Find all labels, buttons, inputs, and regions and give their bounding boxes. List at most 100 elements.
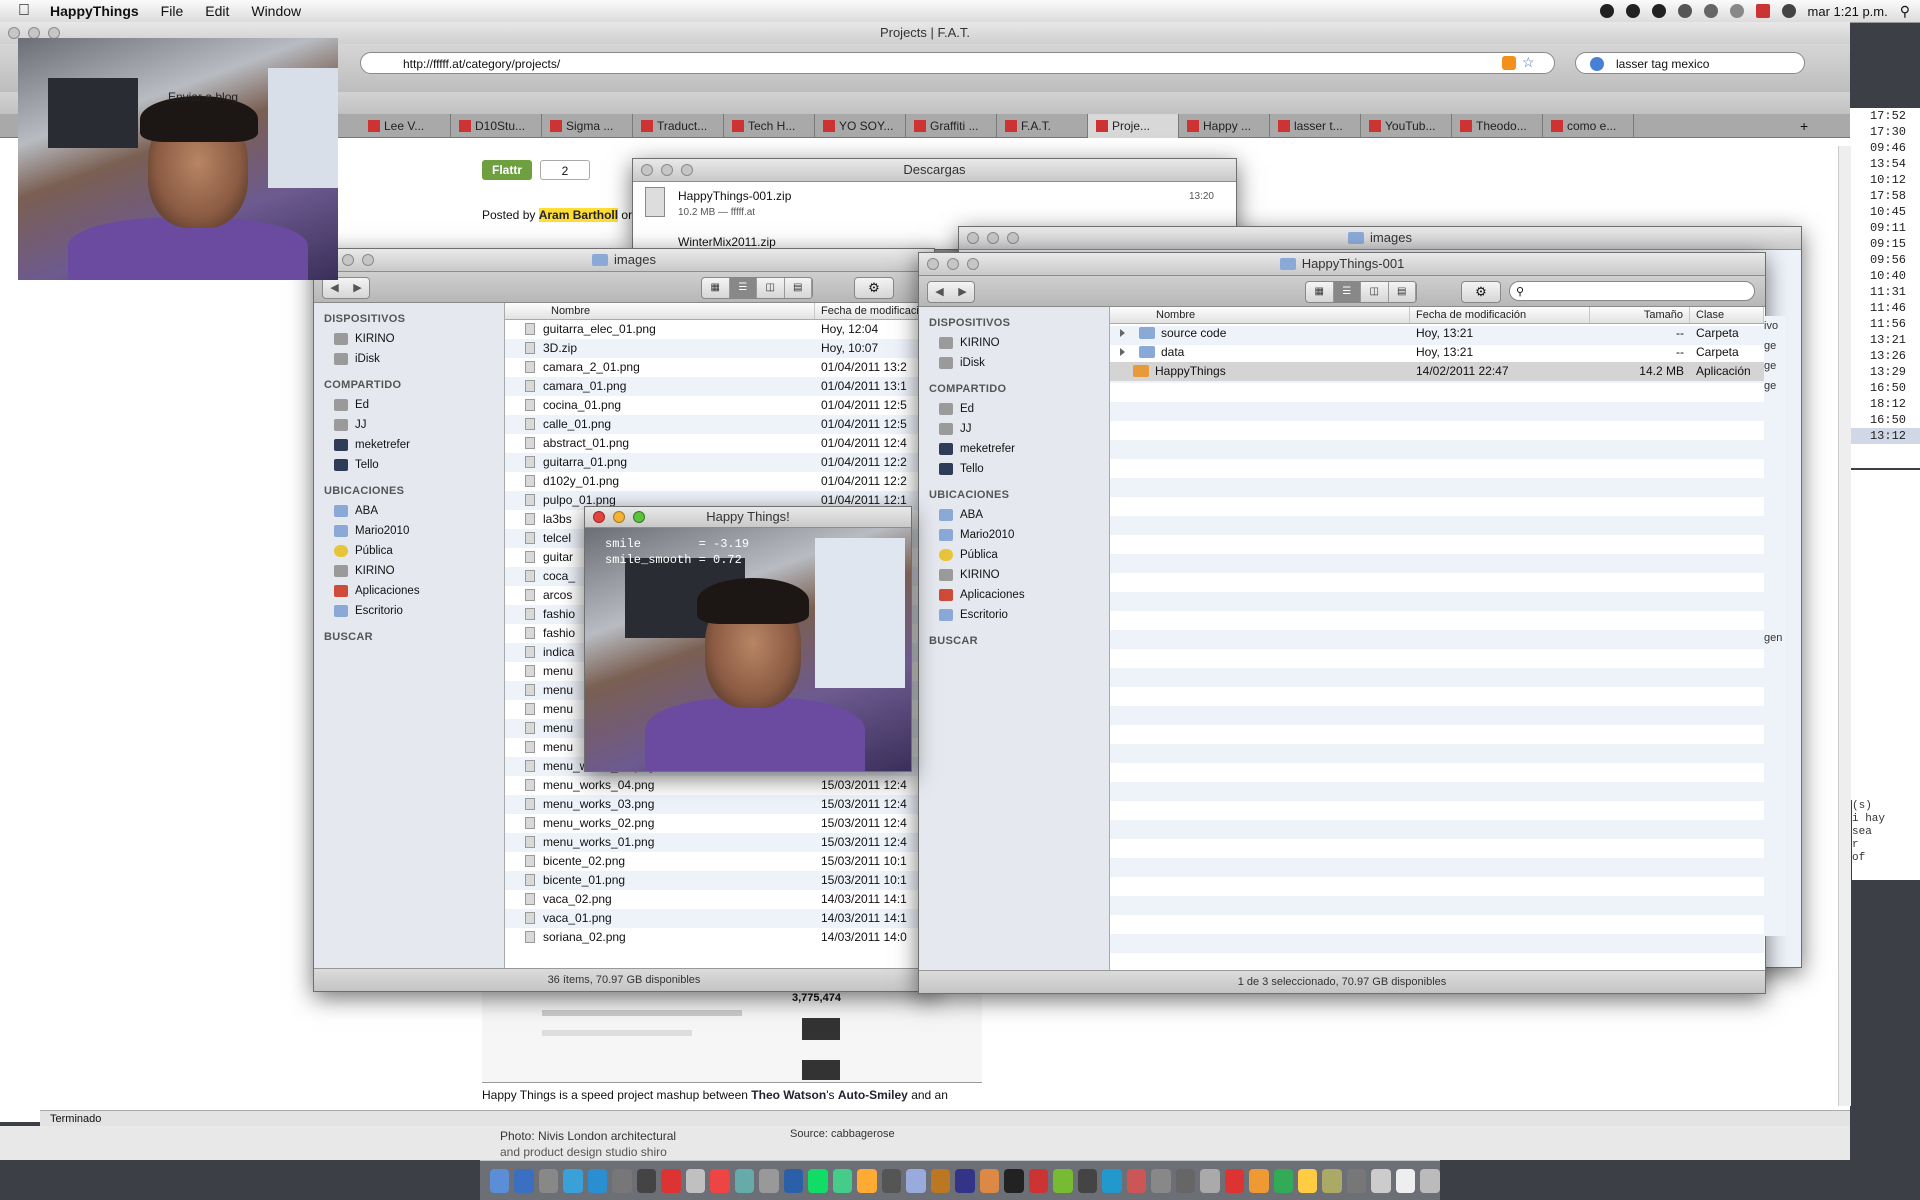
dock-app-icon[interactable] xyxy=(612,1168,632,1193)
sidebar-item[interactable]: Aplicaciones xyxy=(919,585,1109,605)
file-row[interactable]: menu_works_03.png 15/03/2011 12:4 xyxy=(505,795,933,814)
flattr-button[interactable]: Flattr xyxy=(482,160,532,180)
file-row[interactable]: cocina_01.png 01/04/2011 12:5 xyxy=(505,396,933,415)
file-row[interactable]: source code Hoy, 13:21 -- Carpeta xyxy=(1110,324,1764,343)
dock-app-icon[interactable] xyxy=(1224,1168,1245,1193)
menubar-clock[interactable]: mar 1:21 p.m. xyxy=(1808,4,1888,19)
file-row[interactable]: HappyThings 14/02/2011 22:47 14.2 MB Aplica… xyxy=(1110,362,1764,381)
sidebar-heading[interactable]: BUSCAR xyxy=(324,631,504,643)
dock-app-icon[interactable] xyxy=(661,1168,681,1193)
browser-tab[interactable]: Tech H... xyxy=(724,114,815,138)
alien-icon[interactable] xyxy=(1625,4,1640,18)
browser-tab[interactable]: Lee V... xyxy=(360,114,451,138)
sidebar-heading[interactable]: UBICACIONES xyxy=(324,485,504,497)
file-row[interactable]: menu_works_02.png 15/03/2011 12:4 xyxy=(505,814,933,833)
theo-link[interactable]: Theo Watson xyxy=(751,1088,826,1102)
sidebar-item[interactable]: Aplicaciones xyxy=(314,581,504,601)
sidebar-item[interactable]: Ed xyxy=(919,399,1109,419)
file-row[interactable]: bicente_02.png 15/03/2011 10:1 xyxy=(505,852,933,871)
file-row[interactable]: menu_works_04.png 15/03/2011 12:4 xyxy=(505,776,933,795)
tool-icon[interactable] xyxy=(1651,4,1666,18)
sidebar-item[interactable]: KIRINO xyxy=(919,333,1109,353)
flag-icon[interactable] xyxy=(1755,4,1770,18)
dock-app-icon[interactable] xyxy=(685,1168,706,1193)
sidebar-item[interactable]: Escritorio xyxy=(314,601,504,621)
browser-tab[interactable]: YO SOY... xyxy=(815,114,906,138)
dock-app-icon[interactable] xyxy=(1004,1168,1024,1193)
spotlight-icon[interactable]: ⚲ xyxy=(1900,3,1910,20)
page-scrollbar[interactable] xyxy=(1838,146,1851,1106)
dock-app-icon[interactable] xyxy=(587,1168,608,1193)
file-row[interactable]: bicente_01.png 15/03/2011 10:1 xyxy=(505,871,933,890)
dock-app-icon[interactable] xyxy=(1249,1168,1269,1193)
sidebar-heading[interactable]: BUSCAR xyxy=(929,635,1109,647)
sidebar-heading[interactable]: UBICACIONES xyxy=(929,489,1109,501)
bookmark-star-icon[interactable]: ☆ xyxy=(1522,54,1535,71)
menu-edit[interactable]: Edit xyxy=(205,3,229,19)
dock-app-icon[interactable] xyxy=(906,1168,926,1193)
file-row[interactable]: calle_01.png 01/04/2011 12:5 xyxy=(505,415,933,434)
dock-app-icon[interactable] xyxy=(1028,1168,1049,1193)
dock-app-icon[interactable] xyxy=(955,1168,975,1193)
file-row[interactable]: guitarra_01.png 01/04/2011 12:2 xyxy=(505,453,933,472)
browser-tab[interactable]: Proje... xyxy=(1088,114,1179,138)
dock-app-icon[interactable] xyxy=(1371,1168,1391,1193)
dock-app-icon[interactable] xyxy=(1053,1168,1073,1193)
dock-app-icon[interactable] xyxy=(514,1168,534,1193)
menu-file[interactable]: File xyxy=(161,3,184,19)
dock-app-icon[interactable] xyxy=(832,1168,853,1193)
dock-app-icon[interactable] xyxy=(1420,1168,1440,1193)
bluetooth-icon[interactable] xyxy=(1703,4,1718,18)
browser-tab[interactable]: F.A.T. xyxy=(997,114,1088,138)
action-gear-icon[interactable]: ⚙ xyxy=(854,277,894,299)
file-row[interactable]: d102y_01.png 01/04/2011 12:2 xyxy=(505,472,933,491)
dock-app-icon[interactable] xyxy=(1200,1168,1220,1193)
sidebar-item[interactable]: Mario2010 xyxy=(314,521,504,541)
sidebar-item[interactable]: meketrefer xyxy=(314,435,504,455)
sidebar-item[interactable]: ABA xyxy=(919,505,1109,525)
dock-app-icon[interactable] xyxy=(1126,1168,1147,1193)
sidebar-item[interactable]: KIRINO xyxy=(314,561,504,581)
sidebar-item[interactable]: KIRINO xyxy=(314,329,504,349)
dock-app-icon[interactable] xyxy=(1346,1168,1367,1193)
apple-icon[interactable]:  xyxy=(18,2,36,20)
sidebar-heading[interactable]: DISPOSITIVOS xyxy=(929,317,1109,329)
browser-tab[interactable]: Happy ... xyxy=(1179,114,1270,138)
browser-tab[interactable]: D10Stu... xyxy=(451,114,542,138)
sidebar-item[interactable]: Mario2010 xyxy=(919,525,1109,545)
dock-app-icon[interactable] xyxy=(1102,1168,1122,1193)
dock-app-icon[interactable] xyxy=(734,1168,755,1193)
dock-app-icon[interactable] xyxy=(490,1168,510,1193)
sidebar-heading[interactable]: COMPARTIDO xyxy=(929,383,1109,395)
file-row[interactable]: camara_2_01.png 01/04/2011 13:2 xyxy=(505,358,933,377)
file-row[interactable]: menu_works_01.png 15/03/2011 12:4 xyxy=(505,833,933,852)
sidebar-item[interactable]: ABA xyxy=(314,501,504,521)
action-gear-icon[interactable]: ⚙ xyxy=(1461,281,1501,303)
back-forward-buttons[interactable]: ◀ ▶ xyxy=(322,277,370,299)
sidebar-item[interactable]: Tello xyxy=(919,459,1109,479)
sidebar-item[interactable]: iDisk xyxy=(314,349,504,369)
file-row[interactable]: vaca_02.png 14/03/2011 14:1 xyxy=(505,890,933,909)
sidebar-item[interactable]: iDisk xyxy=(919,353,1109,373)
dock-app-icon[interactable] xyxy=(1077,1168,1098,1193)
disclosure-triangle-icon[interactable] xyxy=(1120,348,1131,356)
browser-tab[interactable]: Sigma ... xyxy=(542,114,633,138)
column-size[interactable]: Tamaño xyxy=(1590,307,1690,323)
column-name[interactable]: Nombre xyxy=(1110,307,1410,323)
back-forward-buttons[interactable]: ◀ ▶ xyxy=(927,281,975,303)
sidebar-item[interactable]: Tello xyxy=(314,455,504,475)
dock-app-icon[interactable] xyxy=(1175,1168,1196,1193)
browser-tab[interactable]: YouTub... xyxy=(1361,114,1452,138)
column-kind[interactable]: Clase xyxy=(1690,307,1764,323)
menu-window[interactable]: Window xyxy=(251,3,301,19)
time-machine-icon[interactable] xyxy=(1677,4,1692,18)
autosmiley-link[interactable]: Auto-Smiley xyxy=(838,1088,908,1102)
dock-app-icon[interactable] xyxy=(1151,1168,1171,1193)
file-row[interactable]: vaca_01.png 14/03/2011 14:1 xyxy=(505,909,933,928)
dock-app-icon[interactable] xyxy=(538,1168,559,1193)
view-mode-buttons[interactable]: ▦ ☰ ◫ ▤ xyxy=(1305,281,1417,303)
dock-app-icon[interactable] xyxy=(1273,1168,1293,1193)
wifi-icon[interactable] xyxy=(1729,4,1744,18)
search-field[interactable]: lasser tag mexico xyxy=(1575,52,1805,74)
browser-tab[interactable]: Graffiti ... xyxy=(906,114,997,138)
